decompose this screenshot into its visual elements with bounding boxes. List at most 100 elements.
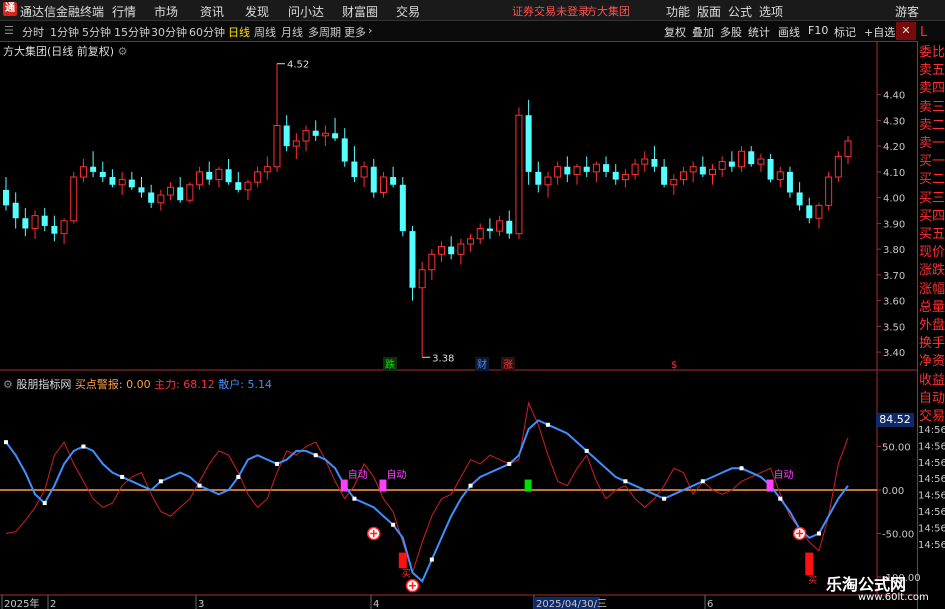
candle-body — [564, 166, 571, 175]
candle-body — [506, 220, 513, 234]
candle-body — [612, 171, 619, 180]
candle-body — [332, 133, 339, 139]
y-tick-label: 4.40 — [883, 91, 905, 102]
candle-body — [60, 220, 68, 235]
candle-body — [767, 159, 774, 180]
retail-point — [236, 474, 241, 479]
candle-body — [263, 166, 271, 173]
candle-body — [379, 176, 387, 193]
candle-body — [177, 187, 184, 201]
candle-body — [321, 132, 329, 137]
retail-point — [313, 453, 318, 458]
candle-body — [535, 171, 542, 185]
candle-body — [825, 176, 833, 206]
retail-point — [158, 479, 163, 484]
candle-body — [79, 166, 87, 178]
candle-body — [592, 163, 600, 173]
candle-body — [806, 205, 813, 219]
settings-icon[interactable]: ⚙ — [3, 378, 13, 391]
candle-body — [292, 140, 300, 147]
high-label: 4.52 — [287, 60, 309, 71]
y-tick-label: 3.70 — [883, 271, 905, 282]
auto-marker-bar — [340, 479, 348, 492]
y-tick-label: 4.20 — [883, 142, 905, 153]
candle-body — [215, 168, 223, 181]
candle-body — [496, 220, 504, 232]
auto-marker-bar — [766, 479, 774, 492]
retail-point — [391, 522, 396, 527]
retail-point — [4, 440, 8, 445]
retail-point — [545, 422, 550, 427]
candle-body — [31, 215, 39, 230]
candle-body — [254, 171, 262, 183]
date-label: 2025年 — [4, 597, 39, 609]
candle-body — [544, 176, 552, 186]
candle-body — [12, 202, 19, 219]
candle-body — [457, 243, 465, 255]
retail-point — [81, 444, 86, 449]
auto-marker-label: 自动 — [386, 468, 406, 481]
time-tick-label: 14:56 — [918, 458, 945, 469]
y-tick-label: 3.80 — [883, 245, 905, 256]
candle-body — [109, 177, 116, 185]
candle-body — [128, 179, 135, 188]
retail-point — [507, 461, 512, 466]
candle-body — [467, 238, 475, 245]
auto-marker-label: 自动 — [774, 468, 794, 481]
date-label: 4 — [373, 599, 379, 609]
event-marker: 涨 — [503, 359, 513, 371]
candle-body — [661, 166, 668, 185]
retail-point — [274, 461, 279, 466]
indicator-name: 股朋指标网 — [16, 378, 72, 391]
time-tick-label: 14:56 — [918, 507, 945, 518]
candle-body — [225, 169, 232, 183]
y-tick-label: 4.30 — [883, 116, 905, 127]
retail-label: 散户: 5.14 — [218, 378, 272, 391]
candle-body — [390, 177, 397, 185]
candle-body — [99, 171, 106, 178]
candle-body — [206, 171, 213, 180]
retail-point — [42, 501, 47, 506]
candle-body — [525, 115, 532, 172]
time-tick-label: 14:56 — [918, 425, 945, 436]
y-tick-label: 4.10 — [883, 168, 905, 179]
retail-point — [778, 496, 783, 501]
candle-body — [196, 171, 204, 186]
retail-point — [352, 496, 357, 501]
retail-point — [700, 479, 705, 484]
candle-body — [157, 194, 165, 204]
time-tick-label: 14:56 — [918, 474, 945, 485]
time-tick-label: 14:56 — [918, 441, 945, 452]
candle-body — [90, 166, 97, 172]
candle-body — [728, 161, 735, 167]
retail-point — [429, 557, 434, 562]
candle-body — [776, 171, 784, 181]
candle-body — [815, 204, 823, 219]
date-label: 2025/04/30/三 — [536, 599, 607, 609]
candle-body — [41, 215, 48, 226]
candle-body — [641, 158, 649, 165]
retail-point — [120, 474, 125, 479]
time-tick-label: 14:56 — [918, 491, 945, 502]
event-marker: $ — [671, 360, 677, 371]
candle-body — [438, 246, 446, 255]
candle-body — [118, 179, 126, 186]
candle-body — [448, 246, 455, 255]
candle-body — [651, 159, 658, 167]
candle-body — [409, 231, 416, 288]
candle-body — [757, 158, 765, 165]
candle-body — [370, 166, 377, 193]
candle-body — [138, 187, 145, 193]
date-label: 2 — [50, 599, 56, 609]
retail-point — [468, 483, 473, 488]
candle-body — [515, 114, 523, 235]
green-marker — [524, 479, 532, 492]
ind-y-tick-label: 0.00 — [882, 486, 904, 497]
y-tick-label: 4.00 — [883, 194, 905, 205]
candle-body — [786, 171, 793, 193]
chart-canvas: 3.40 3.50 3.60 3.70 3.80 3.90 4.00 4.10 4.20 4.30… — [0, 41, 945, 609]
main-force-line — [5, 401, 849, 575]
candle-body — [235, 182, 242, 190]
candle-body — [341, 138, 348, 162]
candle-body — [603, 164, 610, 172]
